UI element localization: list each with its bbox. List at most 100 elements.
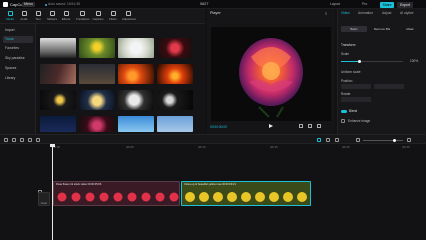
- media-grid: [36, 24, 205, 134]
- autosave-status: Auto saved: 18:51:35: [48, 2, 81, 6]
- pro-badge[interactable]: Pro: [362, 2, 367, 6]
- tool-text[interactable]: Text: [32, 11, 44, 21]
- scale-slider-fill: [341, 61, 359, 62]
- scale-slider[interactable]: [341, 60, 403, 63]
- tool-transitions[interactable]: Transitions: [76, 11, 90, 21]
- transform-heading: Transform: [341, 43, 356, 47]
- play-icon[interactable]: [269, 124, 273, 128]
- ruler-label: |00:15: [270, 145, 278, 149]
- cover-label: Cover: [40, 202, 48, 205]
- media-thumbnail[interactable]: [157, 116, 193, 132]
- zoom-out-icon[interactable]: [356, 137, 360, 142]
- subtab-mask[interactable]: Mask: [397, 26, 423, 32]
- undo-icon[interactable]: [12, 137, 16, 142]
- capcut-logo-icon: [3, 2, 8, 7]
- tab-video[interactable]: Video: [341, 11, 350, 15]
- select-icon[interactable]: [4, 137, 8, 142]
- video-clip-rose[interactable]: Rose flower 4k stock video 00:00:05:06: [53, 181, 180, 206]
- transition-icon: [79, 11, 85, 16]
- redo-icon[interactable]: [20, 137, 24, 142]
- media-toolbar: Media Audio Text Stickers Effects Transi…: [0, 9, 205, 24]
- enhance-label: Enhance image: [348, 119, 371, 123]
- sidebar-item-favorites[interactable]: Favorites: [3, 45, 33, 52]
- ruler-label: |00:10: [198, 145, 206, 149]
- sidebar-item-yours[interactable]: Yours: [3, 36, 33, 43]
- uniform-scale-label: Uniform scale: [341, 70, 361, 74]
- enhance-checkbox[interactable]: [341, 119, 345, 123]
- captions-icon: [95, 11, 101, 16]
- video-preview[interactable]: [211, 27, 331, 121]
- playhead[interactable]: [52, 144, 53, 240]
- tool-captions[interactable]: Captions: [92, 11, 104, 21]
- ratio-icon[interactable]: [308, 124, 312, 128]
- crop-icon[interactable]: [299, 124, 303, 128]
- scale-slider-knob[interactable]: [358, 60, 361, 63]
- zoom-slider-knob[interactable]: [393, 138, 396, 142]
- blend-toggle[interactable]: [341, 110, 347, 113]
- media-thumbnail[interactable]: [79, 64, 115, 84]
- video-clip-yellow-rose[interactable]: Close-up of beautiful yellow rose 00:00:…: [181, 181, 311, 206]
- ruler-label: |00:05: [126, 145, 134, 149]
- player-menu-icon[interactable]: ≡: [325, 11, 327, 16]
- rotate-field[interactable]: [341, 97, 371, 102]
- position-y-field[interactable]: [374, 84, 404, 89]
- timeline-panel: 00:00 |00:05 |00:10 |00:15 |00:20 |00:25…: [0, 144, 426, 240]
- clip-frames: [57, 192, 179, 202]
- split-icon[interactable]: [28, 137, 32, 142]
- media-thumbnail[interactable]: [40, 38, 76, 58]
- preview-axis-icon[interactable]: [335, 137, 339, 142]
- share-button[interactable]: Share: [380, 1, 394, 8]
- tool-audio[interactable]: Audio: [18, 11, 30, 21]
- media-thumbnail[interactable]: [40, 116, 76, 132]
- media-thumbnail[interactable]: [157, 38, 193, 58]
- zoom-in-icon[interactable]: [407, 137, 411, 142]
- delete-icon[interactable]: [36, 137, 40, 142]
- position-label: Position: [341, 79, 353, 83]
- media-thumbnail[interactable]: [40, 90, 76, 110]
- tab-ai-stylize[interactable]: AI stylize: [400, 11, 414, 15]
- tool-stickers[interactable]: Stickers: [46, 11, 58, 21]
- media-thumbnail[interactable]: [118, 64, 154, 84]
- media-thumbnail[interactable]: [118, 116, 154, 132]
- rotate-label: Rotate: [341, 92, 351, 96]
- tab-animation[interactable]: Animation: [358, 11, 373, 15]
- tool-effects[interactable]: Effects: [60, 11, 72, 21]
- media-thumbnail[interactable]: [79, 38, 115, 58]
- sidebar-item-spaces[interactable]: Spaces: [3, 65, 33, 72]
- audio-icon: [21, 11, 27, 16]
- sidebar-item-sky-paradise[interactable]: Sky paradise: [3, 55, 33, 62]
- autosave-icon: [45, 3, 47, 6]
- sidebar-item-library[interactable]: Library: [3, 75, 33, 82]
- rose-preview-image: [239, 38, 303, 118]
- media-thumbnail[interactable]: [118, 38, 154, 58]
- project-title: 0627: [200, 2, 209, 6]
- magnet-icon[interactable]: [317, 137, 321, 142]
- fullscreen-icon[interactable]: [317, 124, 321, 128]
- tool-filters[interactable]: Filters: [107, 11, 119, 21]
- media-thumbnail[interactable]: [79, 116, 115, 132]
- zoom-slider[interactable]: [363, 138, 403, 142]
- clip-title: Rose flower 4k stock video 00:00:05:06: [56, 183, 102, 186]
- media-icon: [7, 11, 13, 16]
- export-button[interactable]: Export: [397, 1, 413, 8]
- media-thumbnail[interactable]: [118, 90, 154, 110]
- sidebar-item-import[interactable]: Import: [3, 27, 33, 34]
- position-x-field[interactable]: [341, 84, 371, 89]
- menu-button[interactable]: Menu: [22, 2, 35, 7]
- media-thumbnail[interactable]: [79, 90, 115, 110]
- layout-button[interactable]: Layout: [330, 2, 340, 6]
- subtab-remove-bg[interactable]: Remove BG: [369, 26, 395, 32]
- media-thumbnail[interactable]: [40, 64, 76, 84]
- blend-label: Blend: [349, 109, 358, 113]
- media-thumbnail[interactable]: [157, 90, 193, 110]
- tool-adjustment[interactable]: Adjustment: [122, 11, 136, 21]
- clip-frames: [185, 192, 307, 202]
- player-panel: Player 00:00:00:00 ≡: [207, 9, 335, 134]
- subtab-basic[interactable]: Basic: [341, 26, 367, 32]
- media-thumbnail[interactable]: [157, 64, 193, 84]
- tab-adjust[interactable]: Adjust: [382, 11, 391, 15]
- timeline-toolbar: [0, 134, 426, 144]
- scale-value[interactable]: 100%: [410, 59, 418, 63]
- tool-media[interactable]: Media: [4, 11, 16, 21]
- link-icon[interactable]: [326, 137, 330, 142]
